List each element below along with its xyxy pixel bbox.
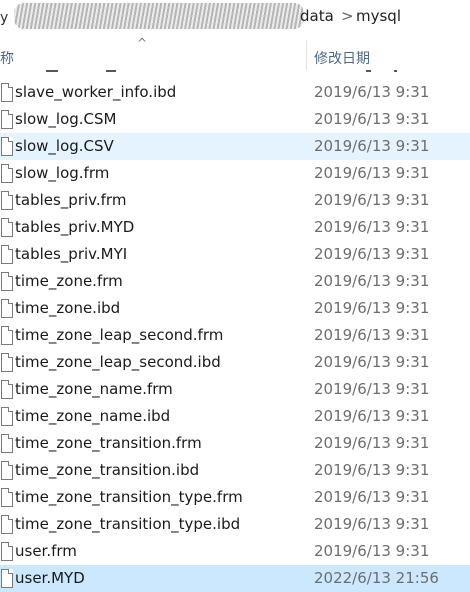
breadcrumb-leading: y	[0, 10, 9, 26]
file-name: time_zone_transition.ibd	[15, 461, 200, 479]
file-icon	[1, 407, 13, 426]
file-row[interactable]: user.MYD 2022/6/13 21:56	[0, 565, 470, 592]
file-icon	[1, 299, 13, 318]
file-name: time_zone_leap_second.ibd	[15, 353, 221, 371]
file-modified-date: 2019/6/13 9:31	[314, 434, 430, 452]
file-icon	[1, 461, 13, 480]
file-row[interactable]: time_zone_transition.ibd 2019/6/13 9:31	[0, 457, 470, 484]
file-row[interactable]: time_zone_leap_second.frm 2019/6/13 9:31	[0, 322, 470, 349]
breadcrumb-mysql[interactable]: mysql	[356, 7, 401, 25]
file-name: time_zone_name.ibd	[15, 407, 171, 425]
breadcrumb-data[interactable]: data	[300, 7, 334, 25]
name-column-header[interactable]: 称	[0, 48, 14, 68]
file-icon	[1, 569, 13, 588]
file-row[interactable]: time_zone_transition.frm 2019/6/13 9:31	[0, 430, 470, 457]
file-modified-date: 2019/6/13 9:31	[314, 83, 430, 101]
file-modified-date: 2019/6/13 9:31	[314, 299, 430, 317]
file-list: slave_worker_info.ibd 2019/6/13 9:31 slow_…	[0, 79, 470, 592]
file-modified-date: 2019/6/13 9:31	[314, 407, 430, 425]
file-row[interactable]: slow_log.CSV 2019/6/13 9:31	[0, 133, 470, 160]
file-row[interactable]: time_zone_name.ibd 2019/6/13 9:31	[0, 403, 470, 430]
file-name: time_zone_leap_second.frm	[15, 326, 224, 344]
file-row[interactable]: slave_worker_info.ibd 2019/6/13 9:31	[0, 79, 470, 106]
sort-ascending-icon: ^	[137, 36, 148, 50]
file-row[interactable]: time_zone_name.frm 2019/6/13 9:31	[0, 376, 470, 403]
file-modified-date: 2019/6/13 9:31	[314, 542, 430, 560]
file-icon	[1, 488, 13, 507]
file-name: time_zone_transition_type.ibd	[15, 515, 241, 533]
file-icon	[1, 83, 13, 102]
date-column-header[interactable]: 修改日期	[314, 48, 370, 68]
file-name: slow_log.frm	[15, 164, 110, 182]
file-modified-date: 2019/6/13 9:31	[314, 164, 430, 182]
file-modified-date: 2019/6/13 9:31	[314, 218, 430, 236]
file-row[interactable]: tables_priv.frm 2019/6/13 9:31	[0, 187, 470, 214]
file-row[interactable]: tables_priv.MYI 2019/6/13 9:31	[0, 241, 470, 268]
file-icon	[1, 218, 13, 237]
file-icon	[1, 191, 13, 210]
file-name: time_zone_transition.frm	[15, 434, 202, 452]
file-name: tables_priv.MYD	[15, 218, 135, 236]
file-name: time_zone_transition_type.frm	[15, 488, 243, 506]
file-icon	[1, 326, 13, 345]
file-row[interactable]: time_zone_transition_type.ibd 2019/6/13 9…	[0, 511, 470, 538]
file-row[interactable]: slow_log.CSM 2019/6/13 9:31	[0, 106, 470, 133]
file-icon	[1, 164, 13, 183]
file-row[interactable]: time_zone_leap_second.ibd 2019/6/13 9:31	[0, 349, 470, 376]
partial-row-above	[0, 68, 470, 78]
file-modified-date: 2019/6/13 9:31	[314, 272, 430, 290]
file-modified-date: 2019/6/13 9:31	[314, 515, 430, 533]
file-name: tables_priv.MYI	[15, 245, 128, 263]
file-name: slave_worker_info.ibd	[15, 83, 177, 101]
breadcrumb-chevron-icon[interactable]: >	[341, 7, 354, 25]
file-modified-date: 2019/6/13 9:31	[314, 353, 430, 371]
file-icon	[1, 515, 13, 534]
file-modified-date: 2019/6/13 9:31	[314, 326, 430, 344]
file-modified-date: 2019/6/13 9:31	[314, 488, 430, 506]
file-icon	[1, 137, 13, 156]
file-row[interactable]: time_zone.frm 2019/6/13 9:31	[0, 268, 470, 295]
file-name: time_zone.ibd	[15, 299, 121, 317]
file-icon	[1, 272, 13, 291]
file-icon	[1, 245, 13, 264]
file-name: user.frm	[15, 542, 77, 560]
file-name: slow_log.CSV	[15, 137, 114, 155]
file-modified-date: 2022/6/13 21:56	[314, 569, 439, 587]
file-name: time_zone_name.frm	[15, 380, 173, 398]
file-icon	[1, 353, 13, 372]
file-name: tables_priv.frm	[15, 191, 127, 209]
file-name: time_zone.frm	[15, 272, 123, 290]
file-icon	[1, 110, 13, 129]
file-name: slow_log.CSM	[15, 110, 117, 128]
file-modified-date: 2019/6/13 9:31	[314, 137, 430, 155]
file-modified-date: 2019/6/13 9:31	[314, 191, 430, 209]
file-row[interactable]: time_zone_transition_type.frm 2019/6/13 9…	[0, 484, 470, 511]
file-icon	[1, 434, 13, 453]
column-divider[interactable]	[306, 40, 307, 70]
file-icon	[1, 542, 13, 561]
redacted-path-scribble	[14, 3, 304, 29]
address-bar[interactable]: y data > mysql	[0, 0, 470, 36]
file-row[interactable]: user.frm 2019/6/13 9:31	[0, 538, 470, 565]
file-icon	[1, 380, 13, 399]
file-row[interactable]: slow_log.frm 2019/6/13 9:31	[0, 160, 470, 187]
file-modified-date: 2019/6/13 9:31	[314, 380, 430, 398]
file-row[interactable]: tables_priv.MYD 2019/6/13 9:31	[0, 214, 470, 241]
file-modified-date: 2019/6/13 9:31	[314, 110, 430, 128]
file-modified-date: 2019/6/13 9:31	[314, 245, 430, 263]
file-modified-date: 2019/6/13 9:31	[314, 461, 430, 479]
file-name: user.MYD	[15, 569, 85, 587]
file-row[interactable]: time_zone.ibd 2019/6/13 9:31	[0, 295, 470, 322]
